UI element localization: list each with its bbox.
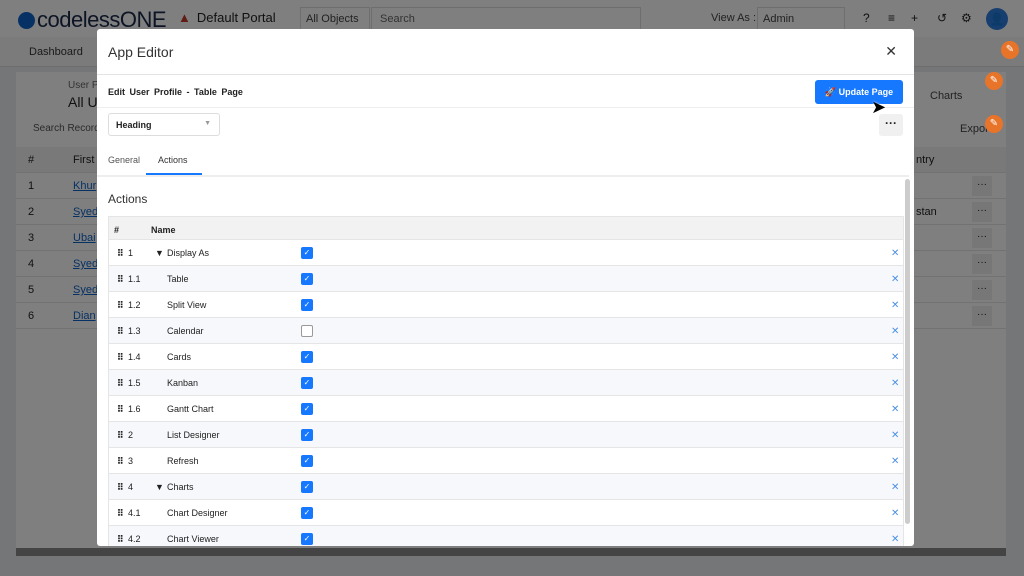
heading-select[interactable]: Heading ▼ — [108, 113, 220, 136]
action-name: Split View — [167, 300, 207, 310]
edit-pencil-icon[interactable]: ✎ — [985, 72, 1003, 90]
modal-title: App Editor — [108, 44, 174, 60]
edit-pencil-icon[interactable]: ✎ — [985, 115, 1003, 133]
table-header: # Name — [108, 216, 904, 240]
table-row: ⠿ 4 ▼ Charts ✓ ✕ — [108, 474, 904, 500]
drag-handle-icon[interactable]: ⠿ — [117, 300, 124, 311]
enabled-checkbox[interactable] — [301, 325, 313, 337]
drag-handle-icon[interactable]: ⠿ — [117, 482, 124, 493]
remove-icon[interactable]: ✕ — [891, 378, 899, 389]
remove-icon[interactable]: ✕ — [891, 300, 899, 311]
enabled-checkbox[interactable]: ✓ — [301, 533, 313, 545]
remove-icon[interactable]: ✕ — [891, 534, 899, 545]
table-row: ⠿ 1.5 Kanban ✓ ✕ — [108, 370, 904, 396]
remove-icon[interactable]: ✕ — [891, 430, 899, 441]
table-row: ⠿ 1.1 Table ✓ ✕ — [108, 266, 904, 292]
row-number: 4.2 — [128, 534, 141, 544]
rocket-icon: 🚀 — [824, 87, 837, 97]
action-name: Display As — [167, 248, 210, 258]
remove-icon[interactable]: ✕ — [891, 456, 899, 467]
remove-icon[interactable]: ✕ — [891, 482, 899, 493]
table-row: ⠿ 4.2 Chart Viewer ✓ ✕ — [108, 526, 904, 546]
tab-actions[interactable]: Actions — [146, 155, 202, 175]
enabled-checkbox[interactable]: ✓ — [301, 273, 313, 285]
modal-header: App Editor ✕ — [97, 29, 914, 75]
row-number: 1.5 — [128, 378, 141, 388]
row-number: 1.3 — [128, 326, 141, 336]
drag-handle-icon[interactable]: ⠿ — [117, 326, 124, 337]
row-number: 1 — [128, 248, 134, 258]
remove-icon[interactable]: ✕ — [891, 274, 899, 285]
table-row: ⠿ 1.4 Cards ✓ ✕ — [108, 344, 904, 370]
table-row: ⠿ 1.2 Split View ✓ ✕ — [108, 292, 904, 318]
remove-icon[interactable]: ✕ — [891, 326, 899, 337]
action-name: Cards — [167, 352, 192, 362]
modal-subheader: Edit User Profile - Table Page — [97, 75, 914, 108]
action-name: Gantt Chart — [167, 404, 214, 414]
enabled-checkbox[interactable]: ✓ — [301, 429, 313, 441]
drag-handle-icon[interactable]: ⠿ — [117, 404, 124, 415]
close-icon[interactable]: ✕ — [885, 43, 897, 60]
enabled-checkbox[interactable]: ✓ — [301, 481, 313, 493]
remove-icon[interactable]: ✕ — [891, 248, 899, 259]
section-title: Actions — [108, 192, 148, 206]
drag-handle-icon[interactable]: ⠿ — [117, 352, 124, 363]
vertical-scrollbar[interactable] — [905, 179, 910, 524]
drag-handle-icon[interactable]: ⠿ — [117, 430, 124, 441]
drag-handle-icon[interactable]: ⠿ — [117, 274, 124, 285]
enabled-checkbox[interactable]: ✓ — [301, 403, 313, 415]
drag-handle-icon[interactable]: ⠿ — [117, 534, 124, 545]
drag-handle-icon[interactable]: ⠿ — [117, 456, 124, 467]
edit-pencil-icon[interactable]: ✎ — [1001, 41, 1019, 59]
table-row: ⠿ 1 ▼ Display As ✓ ✕ — [108, 240, 904, 266]
enabled-checkbox[interactable]: ✓ — [301, 247, 313, 259]
actions-table: # Name ⠿ 1 ▼ Display As ✓ ✕ ⠿ 1.1 Table ✓ … — [108, 216, 904, 546]
remove-icon[interactable]: ✕ — [891, 404, 899, 415]
app-editor-modal: App Editor ✕ Edit User Profile - Table P… — [97, 29, 914, 546]
enabled-checkbox[interactable]: ✓ — [301, 455, 313, 467]
remove-icon[interactable]: ✕ — [891, 352, 899, 363]
row-number: 1.4 — [128, 352, 141, 362]
remove-icon[interactable]: ✕ — [891, 508, 899, 519]
row-number: 4 — [128, 482, 134, 492]
action-name: Chart Viewer — [167, 534, 219, 544]
drag-handle-icon[interactable]: ⠿ — [117, 508, 124, 519]
action-name: Table — [167, 274, 189, 284]
action-name: Refresh — [167, 456, 199, 466]
action-name: Charts — [167, 482, 194, 492]
table-row: ⠿ 3 Refresh ✓ ✕ — [108, 448, 904, 474]
chevron-down-icon: ▼ — [204, 120, 211, 127]
table-row: ⠿ 2 List Designer ✓ ✕ — [108, 422, 904, 448]
row-number: 1.2 — [128, 300, 141, 310]
mouse-cursor: ➤ — [871, 97, 887, 117]
action-name: Calendar — [167, 326, 204, 336]
table-row: ⠿ 4.1 Chart Designer ✓ ✕ — [108, 500, 904, 526]
action-name: List Designer — [167, 430, 220, 440]
drag-handle-icon[interactable]: ⠿ — [117, 248, 124, 259]
row-number: 3 — [128, 456, 134, 466]
breadcrumb: Edit User Profile - Table Page — [108, 87, 243, 97]
enabled-checkbox[interactable]: ✓ — [301, 507, 313, 519]
update-page-button[interactable]: 🚀 Update Page — [815, 80, 903, 104]
tab-general[interactable]: General — [108, 155, 140, 173]
table-row: ⠿ 1.3 Calendar ✕ — [108, 318, 904, 344]
row-number: 1.6 — [128, 404, 141, 414]
table-row: ⠿ 1.6 Gantt Chart ✓ ✕ — [108, 396, 904, 422]
enabled-checkbox[interactable]: ✓ — [301, 377, 313, 389]
tabs: General Actions — [97, 147, 909, 177]
enabled-checkbox[interactable]: ✓ — [301, 299, 313, 311]
caret-down-icon[interactable]: ▼ — [155, 248, 164, 258]
enabled-checkbox[interactable]: ✓ — [301, 351, 313, 363]
row-number: 2 — [128, 430, 134, 440]
row-number: 1.1 — [128, 274, 141, 284]
row-number: 4.1 — [128, 508, 141, 518]
drag-handle-icon[interactable]: ⠿ — [117, 378, 124, 389]
action-name: Chart Designer — [167, 508, 228, 518]
caret-down-icon[interactable]: ▼ — [155, 482, 164, 492]
action-name: Kanban — [167, 378, 199, 388]
